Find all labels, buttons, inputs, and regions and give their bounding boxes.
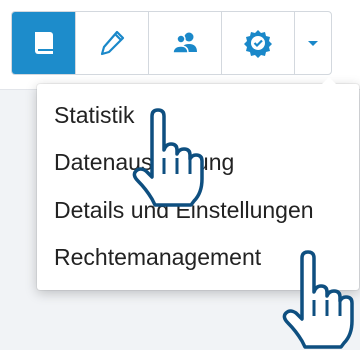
menu-item-statistik[interactable]: Statistik	[54, 102, 135, 129]
chevron-down-icon	[308, 41, 318, 46]
dropdown-caret	[321, 77, 337, 85]
hand-pointer-icon	[282, 250, 354, 349]
users-button[interactable]	[149, 12, 222, 74]
hand-pointer-icon	[132, 108, 204, 207]
checkmark-badge-icon	[244, 30, 272, 58]
toolbar	[11, 11, 332, 75]
users-icon	[172, 32, 197, 54]
dropdown-toggle-button[interactable]	[295, 12, 331, 74]
approve-button[interactable]	[222, 12, 295, 74]
pencil-icon	[100, 30, 125, 56]
book-icon	[34, 32, 53, 54]
edit-button[interactable]	[76, 12, 149, 74]
menu-item-rechtemanagement[interactable]: Rechtemanagement	[54, 244, 261, 271]
book-button[interactable]	[12, 12, 76, 74]
